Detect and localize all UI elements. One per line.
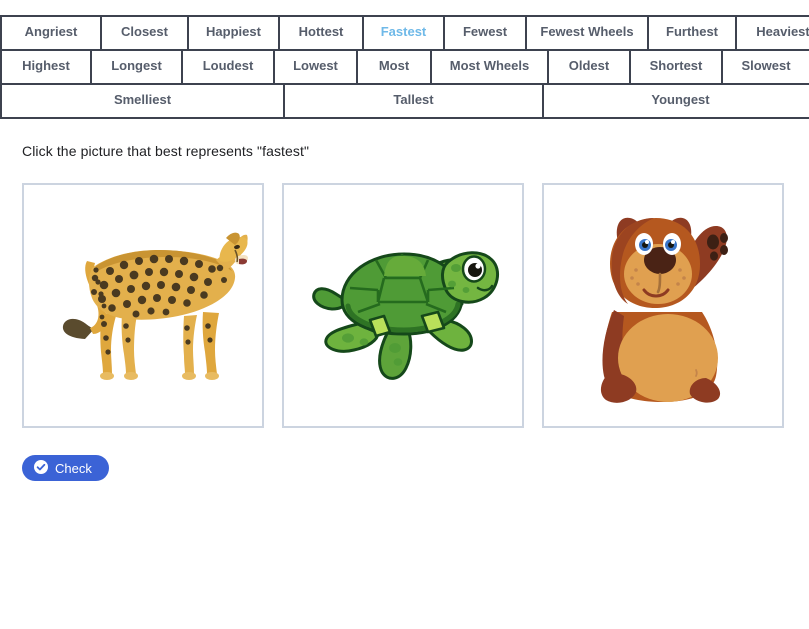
- choice-grid: [22, 183, 809, 428]
- tab-oldest[interactable]: Oldest: [549, 51, 631, 83]
- tab-fewest-wheels[interactable]: Fewest Wheels: [527, 17, 649, 49]
- tab-smelliest[interactable]: Smelliest: [2, 85, 285, 117]
- tab-most-wheels[interactable]: Most Wheels: [432, 51, 549, 83]
- tab-most[interactable]: Most: [358, 51, 432, 83]
- check-circle-icon: [34, 459, 48, 477]
- bear-illustration: [600, 217, 728, 403]
- tab-row: Highest Longest Loudest Lowest Most Most Whee…: [0, 49, 809, 83]
- prompt-text: Click the picture that best represents "…: [22, 143, 310, 159]
- tab-fastest[interactable]: Fastest: [364, 17, 445, 49]
- choice-card-turtle[interactable]: [282, 183, 524, 428]
- tab-furthest[interactable]: Furthest: [649, 17, 737, 49]
- tab-heaviest[interactable]: Heaviest: [737, 17, 809, 49]
- tab-row: Smelliest Tallest Youngest: [0, 83, 809, 119]
- tab-fewest[interactable]: Fewest: [445, 17, 527, 49]
- check-button[interactable]: Check: [22, 455, 109, 481]
- choice-card-bear[interactable]: [542, 183, 784, 428]
- tab-shortest[interactable]: Shortest: [631, 51, 723, 83]
- tab-tallest[interactable]: Tallest: [285, 85, 544, 117]
- tab-hottest[interactable]: Hottest: [280, 17, 364, 49]
- choice-card-cheetah[interactable]: [22, 183, 264, 428]
- tab-highest[interactable]: Highest: [2, 51, 92, 83]
- tab-closest[interactable]: Closest: [102, 17, 189, 49]
- category-tab-nav: Angriest Closest Happiest Hottest Fastest Few…: [0, 15, 809, 119]
- tab-angriest[interactable]: Angriest: [2, 17, 102, 49]
- cheetah-illustration: [62, 232, 248, 380]
- tab-row: Angriest Closest Happiest Hottest Fastest Few…: [0, 15, 809, 49]
- tab-loudest[interactable]: Loudest: [183, 51, 275, 83]
- tab-longest[interactable]: Longest: [92, 51, 183, 83]
- check-button-label: Check: [55, 460, 92, 476]
- turtle-illustration: [312, 250, 500, 380]
- tab-youngest[interactable]: Youngest: [544, 85, 809, 117]
- tab-happiest[interactable]: Happiest: [189, 17, 280, 49]
- tab-lowest[interactable]: Lowest: [275, 51, 358, 83]
- tab-slowest[interactable]: Slowest: [723, 51, 809, 83]
